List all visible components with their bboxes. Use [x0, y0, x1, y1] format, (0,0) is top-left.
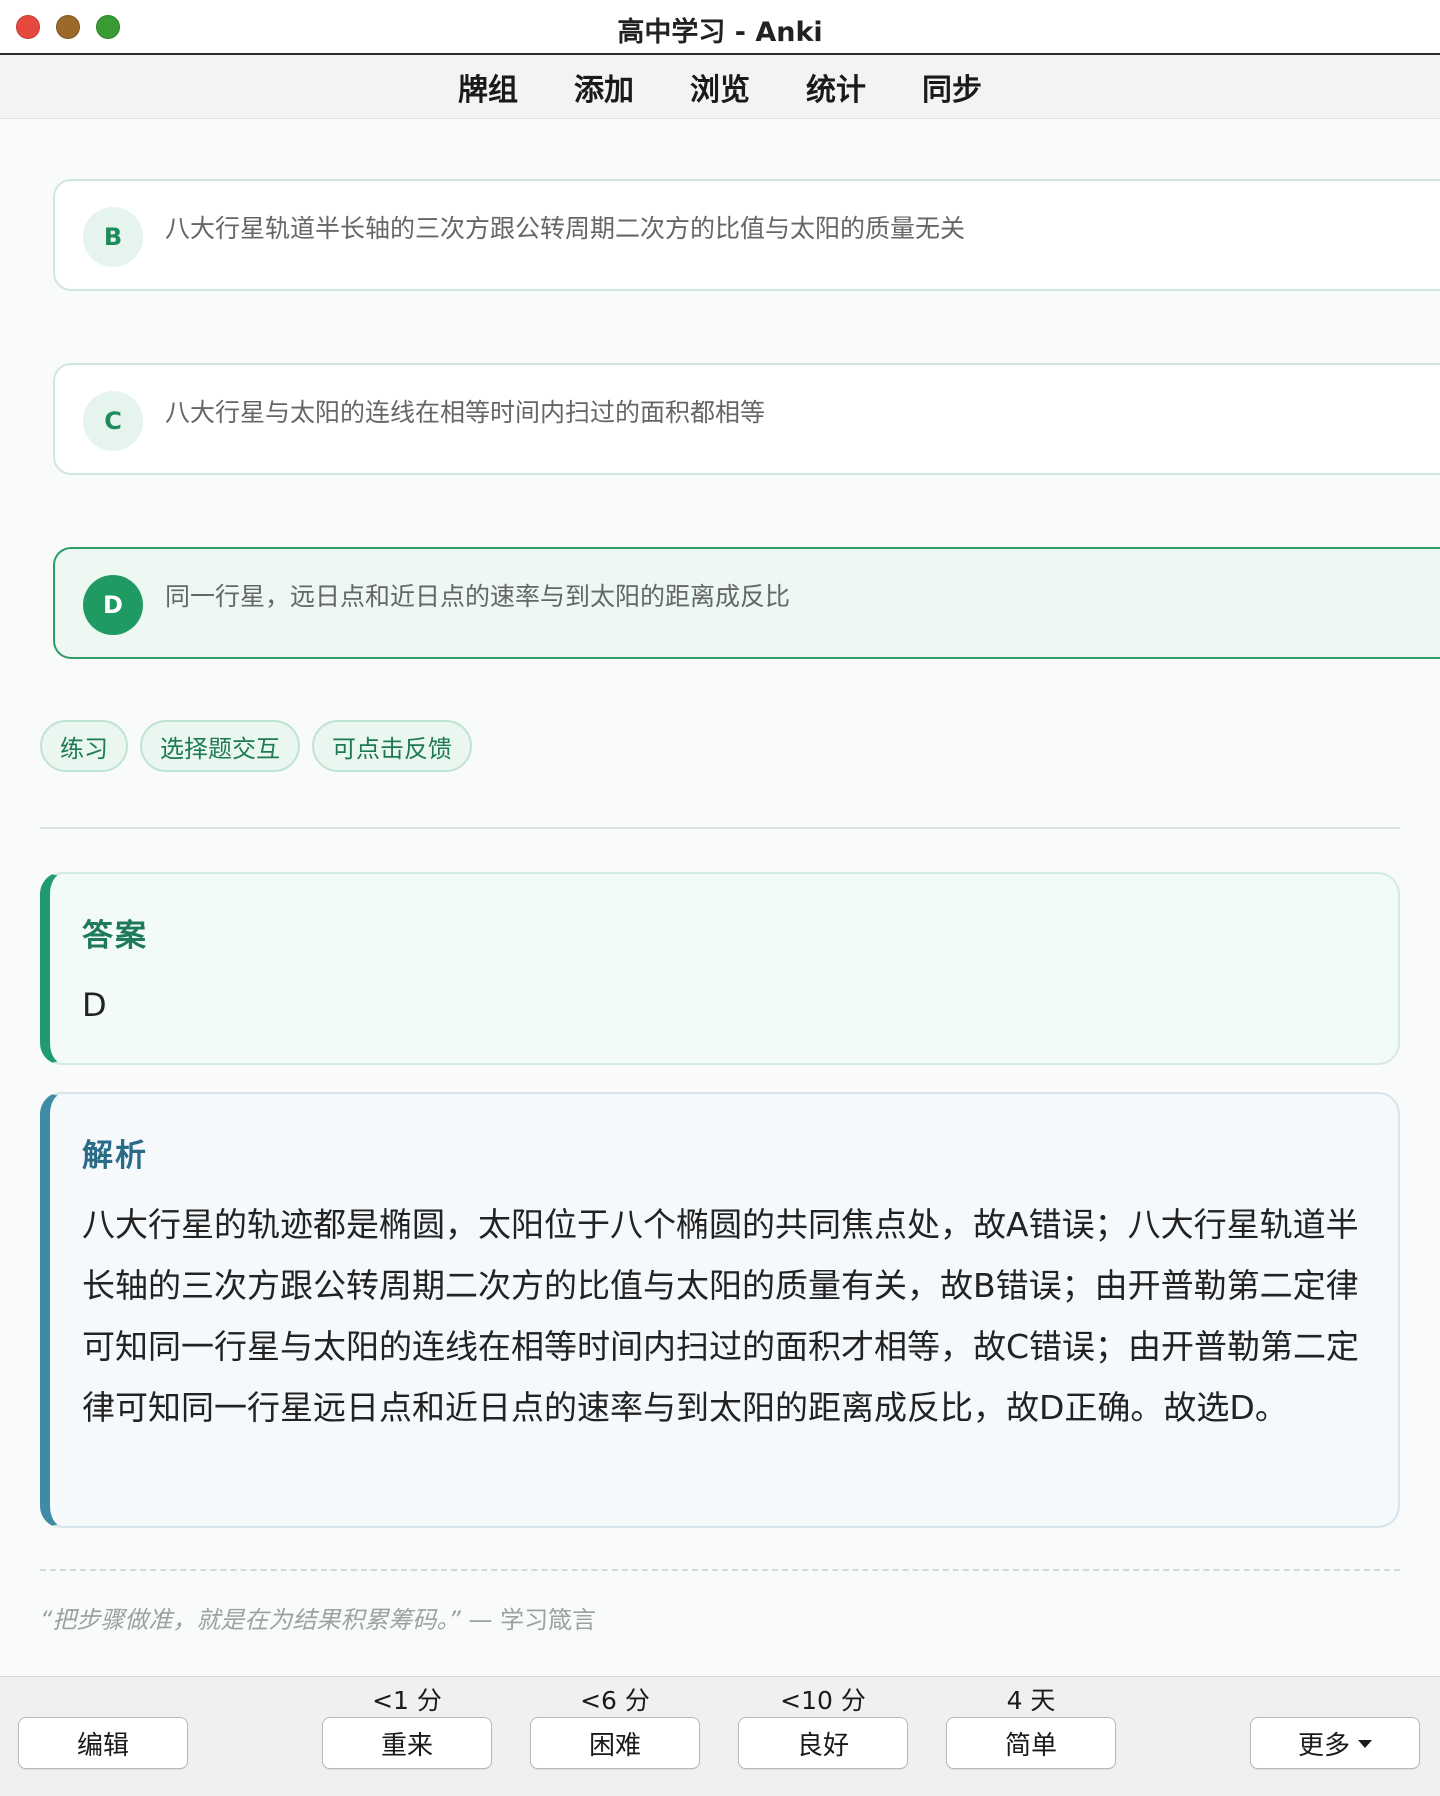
more-button[interactable]: 更多 [1250, 1717, 1420, 1769]
option-text: 同一行星，远日点和近日点的速率与到太阳的距离成反比 [165, 582, 791, 611]
option-d[interactable]: D 同一行星，远日点和近日点的速率与到太阳的距离成反比 [53, 547, 1440, 659]
dashed-divider [40, 1569, 1400, 1571]
anki-window: 高中学习 - Anki 牌组 添加 浏览 统计 同步 B 八大行星轨道半长轴的三… [0, 0, 1440, 1796]
option-text: 八大行星与太阳的连线在相等时间内扫过的面积都相等 [165, 398, 766, 427]
chevron-down-icon [1358, 1740, 1372, 1748]
hard-button[interactable]: 困难 [530, 1717, 700, 1769]
option-text: 八大行星轨道半长轴的三次方跟公转周期二次方的比值与太阳的质量无关 [165, 214, 966, 243]
good-button[interactable]: 良好 [738, 1717, 908, 1769]
tag-chip[interactable]: 练习 [40, 720, 128, 772]
window-title: 高中学习 - Anki [617, 17, 823, 48]
tag-list: 练习 选择题交互 可点击反馈 [40, 720, 484, 772]
toolbar-browse[interactable]: 浏览 [690, 65, 750, 109]
toolbar-decks[interactable]: 牌组 [458, 65, 518, 109]
analysis-title: 解析 [82, 1138, 148, 1174]
again-interval: <1 分 [372, 1686, 442, 1715]
toolbar-add[interactable]: 添加 [574, 65, 634, 109]
answer-title: 答案 [82, 918, 148, 954]
again-button[interactable]: 重来 [322, 1717, 492, 1769]
option-b[interactable]: B 八大行星轨道半长轴的三次方跟公转周期二次方的比值与太阳的质量无关 [53, 179, 1440, 291]
edit-button[interactable]: 编辑 [18, 1717, 188, 1769]
good-interval: <10 分 [780, 1686, 866, 1715]
quote-source: — 学习箴言 [468, 1606, 597, 1634]
analysis-text: 八大行星的轨迹都是椭圆，太阳位于八个椭圆的共同焦点处，故A错误；八大行星轨道半长… [82, 1205, 1360, 1427]
title-bar: 高中学习 - Anki [0, 0, 1440, 55]
easy-button[interactable]: 简单 [946, 1717, 1116, 1769]
analysis-panel: 解析 八大行星的轨迹都是椭圆，太阳位于八个椭圆的共同焦点处，故A错误；八大行星轨… [40, 1092, 1400, 1528]
option-c[interactable]: C 八大行星与太阳的连线在相等时间内扫过的面积都相等 [53, 363, 1440, 475]
footer-quote: “把步骤做准，就是在为结果积累筹码。” — 学习箴言 [40, 1600, 596, 1635]
easy-interval: 4 天 [1006, 1686, 1056, 1715]
more-label: 更多 [1297, 1730, 1350, 1761]
quote-text: “把步骤做准，就是在为结果积累筹码。” [40, 1606, 461, 1634]
toolbar-stats[interactable]: 统计 [806, 65, 866, 109]
option-letter-badge: C [83, 391, 143, 451]
review-bottom-bar: 编辑 <1 分 重来 <6 分 困难 <10 分 良好 4 天 简单 更多 [0, 1676, 1440, 1796]
hard-interval: <6 分 [580, 1686, 650, 1715]
section-divider [40, 827, 1400, 829]
option-letter-badge: D [83, 575, 143, 635]
option-letter-badge: B [83, 207, 143, 267]
tag-chip[interactable]: 选择题交互 [140, 720, 300, 772]
main-toolbar: 牌组 添加 浏览 统计 同步 [0, 55, 1440, 119]
tag-chip[interactable]: 可点击反馈 [312, 720, 472, 772]
answer-value: D [82, 986, 107, 1024]
answer-panel: 答案 D [40, 872, 1400, 1065]
toolbar-sync[interactable]: 同步 [922, 65, 982, 109]
